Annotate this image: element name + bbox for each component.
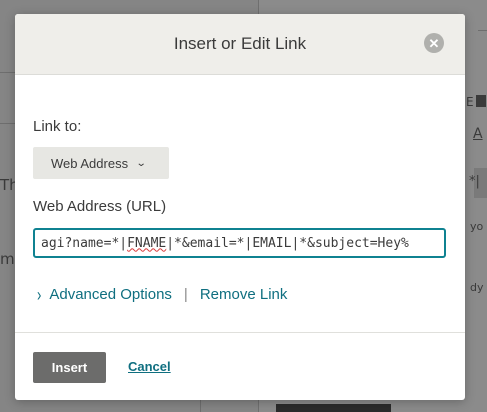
link-options-row: › Advanced Options | Remove Link — [37, 284, 288, 305]
insert-link-dialog: Insert or Edit Link ✕ Link to: Web Addre… — [15, 14, 465, 400]
background-icon — [476, 95, 486, 107]
link-separator: | — [183, 286, 188, 303]
background-text: *| — [469, 174, 480, 189]
url-value-part: |*&email=*|EMAIL|*&subject=Hey% — [166, 235, 409, 251]
background-divider — [478, 30, 487, 31]
background-text: yo — [470, 220, 484, 233]
link-type-select[interactable]: Web Address ⌄ — [33, 147, 169, 179]
close-icon[interactable]: ✕ — [424, 33, 444, 53]
url-label: Web Address (URL) — [33, 198, 167, 215]
background-text: A — [473, 126, 483, 142]
dialog-header: Insert or Edit Link ✕ — [15, 14, 465, 75]
url-value-misspelled: FNAME — [127, 235, 167, 251]
background-divider — [0, 72, 15, 73]
background-text: dy — [470, 281, 484, 294]
background-divider — [200, 400, 201, 412]
background-text: m — [0, 250, 15, 268]
insert-button[interactable]: Insert — [33, 352, 106, 383]
dialog-footer: Insert Cancel — [15, 332, 465, 401]
dialog-title: Insert or Edit Link — [173, 34, 307, 53]
chevron-right-icon: › — [37, 284, 42, 305]
link-type-selected: Web Address — [51, 155, 129, 171]
advanced-options-link[interactable]: Advanced Options — [49, 286, 172, 303]
url-input[interactable]: agi?name=*| FNAME |*&email=*|EMAIL|*&subje… — [33, 228, 446, 258]
chevron-down-icon: ⌄ — [135, 157, 147, 169]
url-value-part: agi?name=*| — [41, 235, 128, 251]
cancel-button[interactable]: Cancel — [128, 359, 171, 374]
background-text: E — [466, 95, 474, 109]
link-to-label: Link to: — [33, 118, 82, 135]
remove-link-link[interactable]: Remove Link — [200, 286, 288, 303]
background-button — [276, 404, 391, 412]
